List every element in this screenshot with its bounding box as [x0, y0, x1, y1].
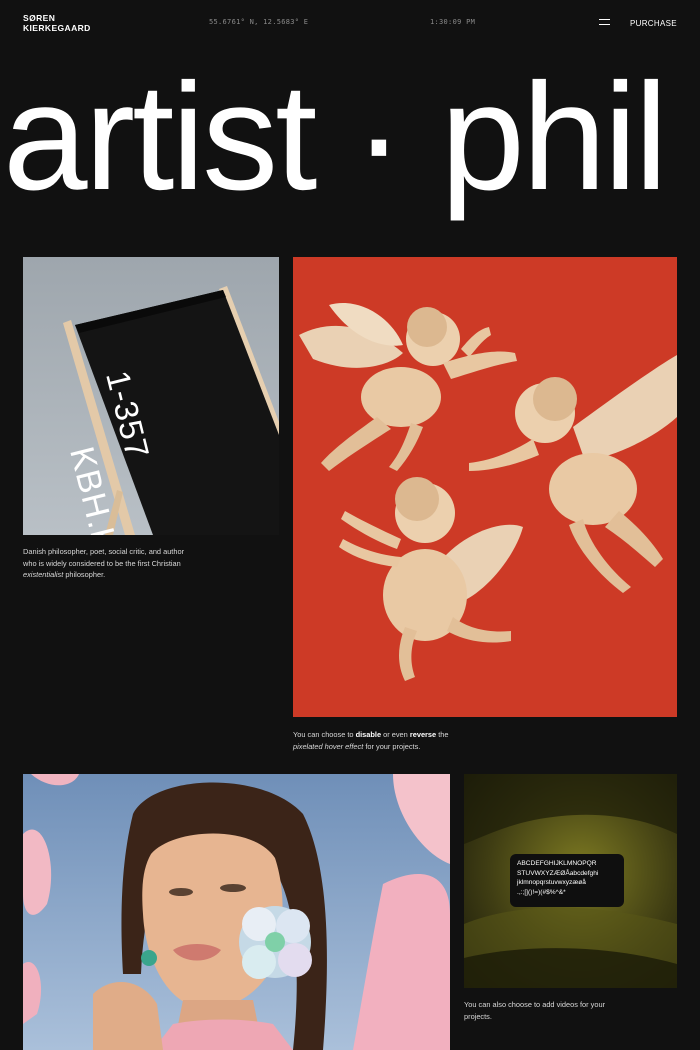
cherubs-image[interactable]	[293, 257, 677, 717]
coordinates: 55.6761° N, 12.5683° E	[209, 18, 309, 26]
clock: 1:30:09 PM	[430, 18, 476, 26]
brand-logo[interactable]: SØREN KIERKEGAARD	[23, 13, 91, 33]
top-bar: SØREN KIERKEGAARD 55.6761° N, 12.5683° E…	[0, 0, 700, 48]
video-image[interactable]: ABCDEFGHIJKLMNOPQR STUVWXYZÆØÅabcdefghi …	[464, 774, 677, 988]
chair-image[interactable]: 1-357 KBH.K	[23, 257, 279, 535]
chair-caption: Danish philosopher, poet, social critic,…	[23, 547, 185, 579]
deckchair-illustration	[23, 257, 279, 535]
portrait-illustration	[23, 774, 450, 1050]
cherubs-illustration	[293, 257, 677, 717]
purchase-link[interactable]: PURCHASE	[630, 19, 677, 28]
portrait-image[interactable]	[23, 774, 450, 1050]
cherubs-caption: You can choose to disable or even revers…	[293, 730, 449, 751]
hero-heading: artist · phil	[3, 52, 668, 222]
type-specimen: ABCDEFGHIJKLMNOPQR STUVWXYZÆØÅabcdefghi …	[510, 854, 624, 907]
menu-icon[interactable]	[599, 17, 611, 26]
video-caption: You can also choose to add videos for yo…	[464, 1000, 606, 1021]
brand-line-2: KIERKEGAARD	[23, 22, 91, 33]
